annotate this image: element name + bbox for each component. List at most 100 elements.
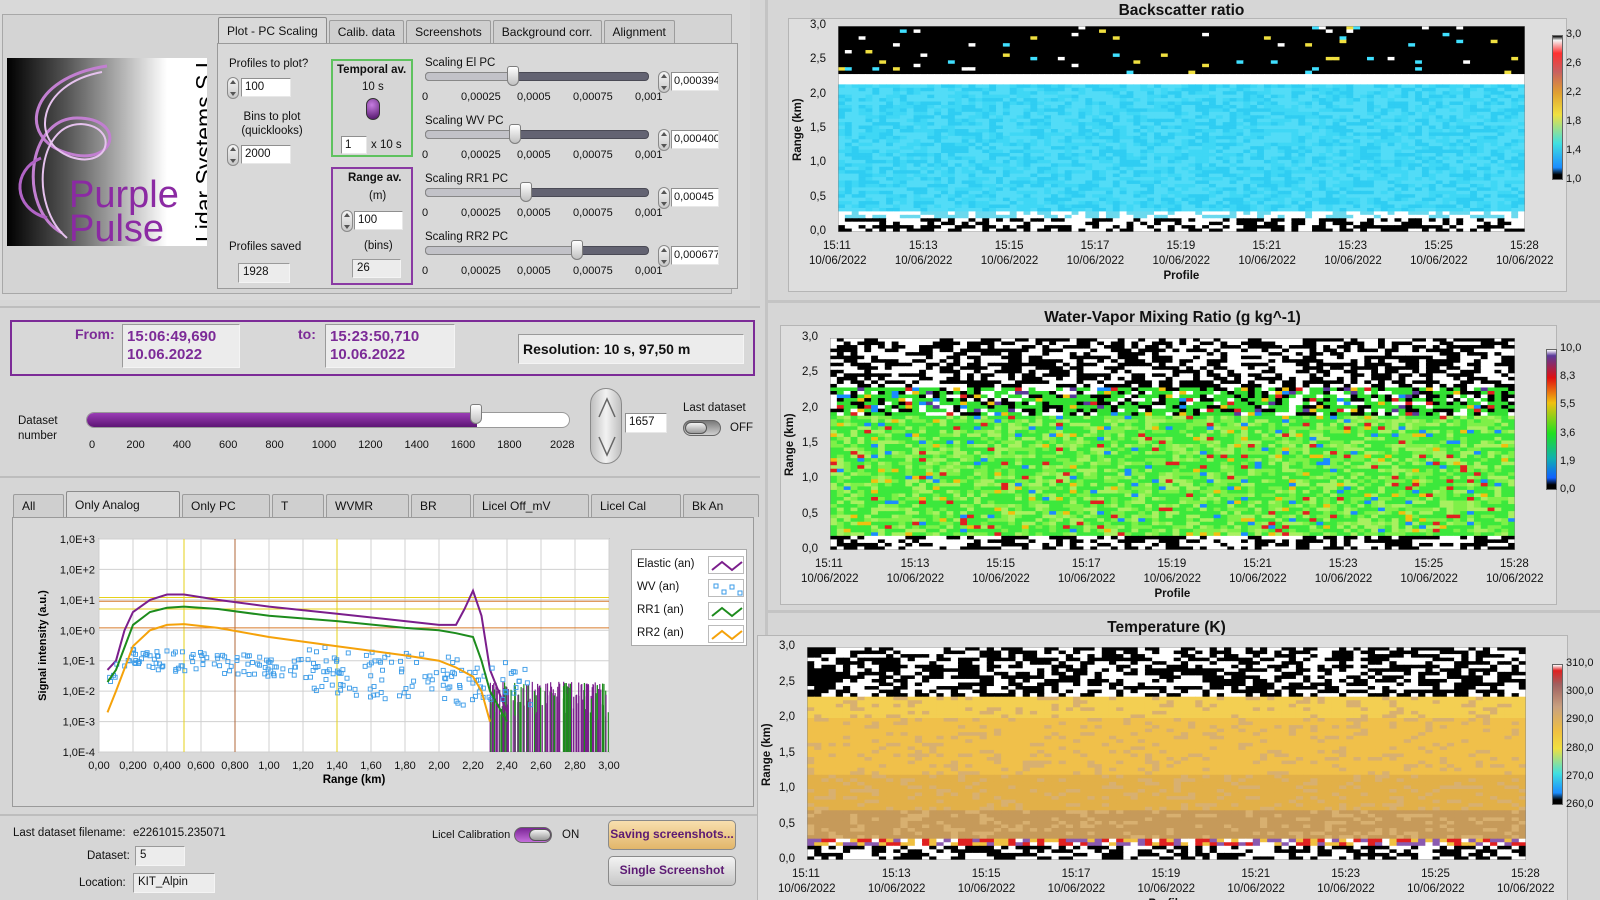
last-dataset-toggle[interactable] <box>683 420 721 436</box>
heatmap-cell <box>1078 43 1085 47</box>
heatmap-cell <box>1195 146 1202 150</box>
heatmap-cell <box>1312 143 1319 147</box>
heatmap-cell <box>1484 60 1491 64</box>
tab-alignment[interactable]: Alignment <box>604 20 675 43</box>
scaling-value-input[interactable]: 0,00045 <box>671 188 719 207</box>
tab-all[interactable]: All <box>13 494 64 517</box>
tab-only-pc[interactable]: Only PC <box>182 494 270 517</box>
scaling-slider-thumb[interactable] <box>520 182 532 202</box>
heatmap-cell <box>1422 43 1429 47</box>
heatmap-cell <box>1236 64 1243 68</box>
heatmap-cell <box>1353 78 1360 82</box>
tab-plot-pc-scaling[interactable]: Plot - PC Scaling <box>218 17 327 43</box>
scaling-value-input[interactable]: 0,000394 <box>671 72 719 91</box>
tab-wvmr[interactable]: WVMR <box>326 494 409 517</box>
tab-screenshots[interactable]: Screenshots <box>406 20 491 43</box>
tab-licel-off[interactable]: Licel Off_mV <box>473 494 589 517</box>
profiles-stepper[interactable] <box>227 77 239 99</box>
bins-input[interactable]: 2000 <box>241 145 291 164</box>
heatmap-cell <box>1230 153 1237 157</box>
heatmap-cell <box>920 98 927 102</box>
heatmap-cell <box>1504 33 1511 37</box>
temporal-av-knob[interactable] <box>366 98 380 120</box>
heatmap-cell <box>1065 74 1072 78</box>
heatmap-cell <box>865 115 872 119</box>
tab-background-corr[interactable]: Background corr. <box>493 20 602 43</box>
heatmap-cell <box>1209 26 1216 30</box>
heatmap-cell <box>1085 129 1092 133</box>
range-av-input[interactable]: 100 <box>354 211 403 230</box>
heatmap-cell <box>1223 143 1230 147</box>
dataset-stepper[interactable] <box>590 388 622 464</box>
heatmap-cell <box>1250 98 1257 102</box>
licel-calibration-toggle[interactable] <box>514 827 552 843</box>
heatmap-cell <box>941 139 948 143</box>
heatmap-cell <box>1182 132 1189 136</box>
scaling-value-input[interactable]: 0,000400 <box>671 130 719 149</box>
scaling-stepper[interactable] <box>658 187 670 209</box>
heatmap-cell <box>1484 115 1491 119</box>
heatmap-cell <box>1484 132 1491 136</box>
range-av-stepper[interactable] <box>341 210 353 232</box>
heatmap-cell <box>1257 29 1264 33</box>
heatmap-cell <box>1195 143 1202 147</box>
dataset-slider-thumb[interactable] <box>470 404 482 424</box>
heatmap-cell <box>989 115 996 119</box>
heatmap-cell <box>1449 115 1456 119</box>
heatmap-cell <box>1333 174 1340 178</box>
heatmap-cell <box>1360 78 1367 82</box>
saving-screenshots-button[interactable]: Saving screenshots... <box>608 820 736 850</box>
scaling-slider-thumb[interactable] <box>507 66 519 86</box>
heatmap-cell <box>962 67 969 71</box>
heatmap-cell <box>948 64 955 68</box>
heatmap-cell <box>1353 170 1360 174</box>
dataset-number-input[interactable]: 1657 <box>625 413 667 433</box>
heatmap-cell <box>1333 98 1340 102</box>
heatmap-cell <box>1133 132 1140 136</box>
single-screenshot-button[interactable]: Single Screenshot <box>608 856 736 886</box>
heatmap-cell <box>1511 108 1518 112</box>
heatmap-cell <box>1305 170 1312 174</box>
scaling-stepper[interactable] <box>658 245 670 267</box>
heatmap-cell <box>1140 40 1147 44</box>
heatmap-cell <box>1250 112 1257 116</box>
scaling-stepper[interactable] <box>658 129 670 151</box>
tab-calib-data[interactable]: Calib. data <box>329 20 404 43</box>
heatmap-cell <box>1243 156 1250 160</box>
scaling-value-input[interactable]: 0,000677 <box>671 246 719 265</box>
tab-bk-an[interactable]: Bk An <box>683 494 759 517</box>
tab-br[interactable]: BR <box>411 494 471 517</box>
tab-licel-cal[interactable]: Licel Cal <box>591 494 681 517</box>
heatmap-cell <box>1058 119 1065 123</box>
tab-only-analog[interactable]: Only Analog <box>66 491 180 517</box>
temporal-count-input[interactable]: 1 <box>341 136 367 154</box>
heatmap-cell <box>1443 112 1450 116</box>
tab-t[interactable]: T <box>272 494 324 517</box>
heatmap-cell <box>955 105 962 109</box>
bins-stepper[interactable] <box>227 144 239 166</box>
heatmap-cell <box>1443 53 1450 57</box>
heatmap-cell <box>1319 163 1326 167</box>
heatmap-cell <box>1511 53 1518 57</box>
heatmap-cell <box>1305 129 1312 133</box>
scaling-slider-thumb[interactable] <box>509 124 521 144</box>
heatmap-cell <box>1305 132 1312 136</box>
heatmap-cell <box>1298 88 1305 92</box>
heatmap-cell <box>852 143 859 147</box>
heatmap-cell <box>1120 108 1127 112</box>
dataset-slider-track[interactable] <box>86 412 570 428</box>
dataset-label: Dataset: <box>87 850 130 862</box>
heatmap-cell <box>1182 88 1189 92</box>
dataset-tick-label: 600 <box>219 439 237 451</box>
scaling-slider-thumb[interactable] <box>571 240 583 260</box>
heatmap-cell <box>1477 57 1484 61</box>
heatmap-cell <box>1072 105 1079 109</box>
heatmap-cell <box>1278 40 1285 44</box>
heatmap-cell <box>1168 112 1175 116</box>
scaling-stepper[interactable] <box>658 71 670 93</box>
heatmap-cell <box>1085 102 1092 106</box>
profiles-input[interactable]: 100 <box>241 78 291 97</box>
heatmap-cell <box>962 108 969 112</box>
heatmap-cell <box>1291 146 1298 150</box>
heatmap-cell <box>1154 57 1161 61</box>
